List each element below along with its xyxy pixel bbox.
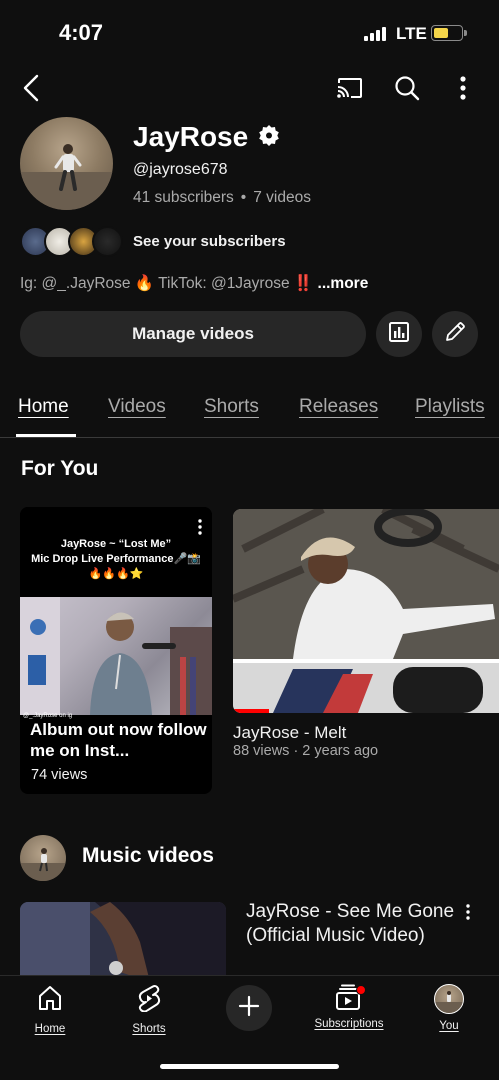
more-link[interactable]: ...more xyxy=(318,275,369,292)
status-time: 4:07 xyxy=(59,20,104,45)
network-label: LTE xyxy=(396,24,427,43)
short-overlay-line1: JayRose ~ “Lost Me” xyxy=(60,538,172,550)
tab-shorts[interactable]: Shorts xyxy=(204,396,259,418)
shorts-icon xyxy=(135,984,163,1017)
video-title[interactable]: JayRose - Melt xyxy=(233,723,346,743)
edit-button[interactable] xyxy=(432,311,478,357)
tab-home[interactable]: Home xyxy=(18,396,69,418)
channel-description[interactable]: Ig: @_.JayRose 🔥 TikTok: @1Jayrose ‼️ ..… xyxy=(20,274,368,293)
subscriber-count: 41 subscribers xyxy=(133,189,234,206)
bottom-nav: Home Shorts Subscriptions You xyxy=(0,975,499,1080)
music-video-thumbnail[interactable] xyxy=(20,902,226,982)
short-caption: Album out now follow me on Inst... xyxy=(30,720,207,760)
cast-icon[interactable] xyxy=(334,73,366,103)
channel-stats: 41 subscribers • 7 videos xyxy=(133,189,311,207)
channel-avatar[interactable] xyxy=(20,117,113,210)
nav-home-label: Home xyxy=(34,1023,66,1035)
short-card[interactable]: JayRose ~ “Lost Me” Mic Drop Live Perfor… xyxy=(20,507,212,794)
subscriber-avatars[interactable] xyxy=(20,226,124,257)
video-meta: 88 views · 2 years ago xyxy=(233,743,379,759)
nav-shorts-label: Shorts xyxy=(132,1023,166,1035)
video-thumbnail[interactable] xyxy=(233,509,499,713)
music-videos-title: Music videos xyxy=(82,844,214,867)
search-icon[interactable] xyxy=(391,72,423,104)
active-tab-indicator xyxy=(16,434,76,437)
tab-releases[interactable]: Releases xyxy=(299,396,378,418)
analytics-icon xyxy=(388,321,410,348)
channel-name-row: JayRose xyxy=(133,121,280,153)
home-icon xyxy=(36,984,64,1017)
see-subscribers-link[interactable]: See your subscribers xyxy=(133,233,286,250)
tab-playlists[interactable]: Playlists xyxy=(415,396,485,418)
short-overlay-line3: 🔥🔥🔥⭐ xyxy=(88,568,144,580)
short-overlay: JayRose ~ “Lost Me” Mic Drop Live Perfor… xyxy=(20,507,212,597)
subscriptions-icon xyxy=(334,984,366,1012)
channel-links-text: Ig: @_.JayRose 🔥 TikTok: @1Jayrose ‼️ xyxy=(20,275,314,292)
signal-icon xyxy=(364,27,388,41)
stats-separator: • xyxy=(240,189,247,206)
short-overlay-line2: Mic Drop Live Performance🎤📸 xyxy=(31,553,201,565)
home-indicator xyxy=(160,1064,339,1069)
manage-videos-button[interactable]: Manage videos xyxy=(20,311,366,357)
back-icon[interactable] xyxy=(14,70,48,106)
subscriber-avatar xyxy=(92,226,123,257)
short-overlay-text: JayRose ~ “Lost Me” Mic Drop Live Perfor… xyxy=(30,537,202,582)
video-count: 7 videos xyxy=(253,189,311,206)
status-bar: 4:07 LTE xyxy=(0,0,499,64)
channel-tabs: Home Videos Shorts Releases Playlists xyxy=(0,380,499,438)
nav-you-label: You xyxy=(439,1020,459,1032)
music-video-menu-icon[interactable] xyxy=(466,904,470,925)
tab-videos[interactable]: Videos xyxy=(108,396,166,418)
notification-dot xyxy=(356,985,366,995)
nav-subscriptions[interactable]: Subscriptions xyxy=(304,984,394,1030)
plus-icon xyxy=(237,994,261,1023)
verified-icon xyxy=(258,121,280,153)
more-vert-icon[interactable] xyxy=(448,72,478,104)
pencil-icon xyxy=(443,320,467,349)
nav-you[interactable]: You xyxy=(404,984,494,1032)
top-app-bar xyxy=(0,64,499,114)
music-videos-avatar xyxy=(20,835,66,881)
create-button[interactable] xyxy=(226,985,272,1031)
short-views: 74 views xyxy=(31,767,88,783)
nav-shorts[interactable]: Shorts xyxy=(104,984,194,1035)
you-avatar xyxy=(434,984,464,1014)
nav-home[interactable]: Home xyxy=(5,984,95,1035)
short-menu-icon[interactable] xyxy=(198,519,202,540)
short-thumbnail xyxy=(20,597,212,715)
channel-name: JayRose xyxy=(133,121,249,152)
nav-subscriptions-label: Subscriptions xyxy=(314,1018,384,1030)
analytics-button[interactable] xyxy=(376,311,422,357)
battery-icon xyxy=(431,25,467,41)
music-video-title[interactable]: JayRose - See Me Gone (Official Music Vi… xyxy=(246,900,456,948)
for-you-title: For You xyxy=(21,457,99,480)
channel-handle: @jayrose678 xyxy=(133,161,228,178)
